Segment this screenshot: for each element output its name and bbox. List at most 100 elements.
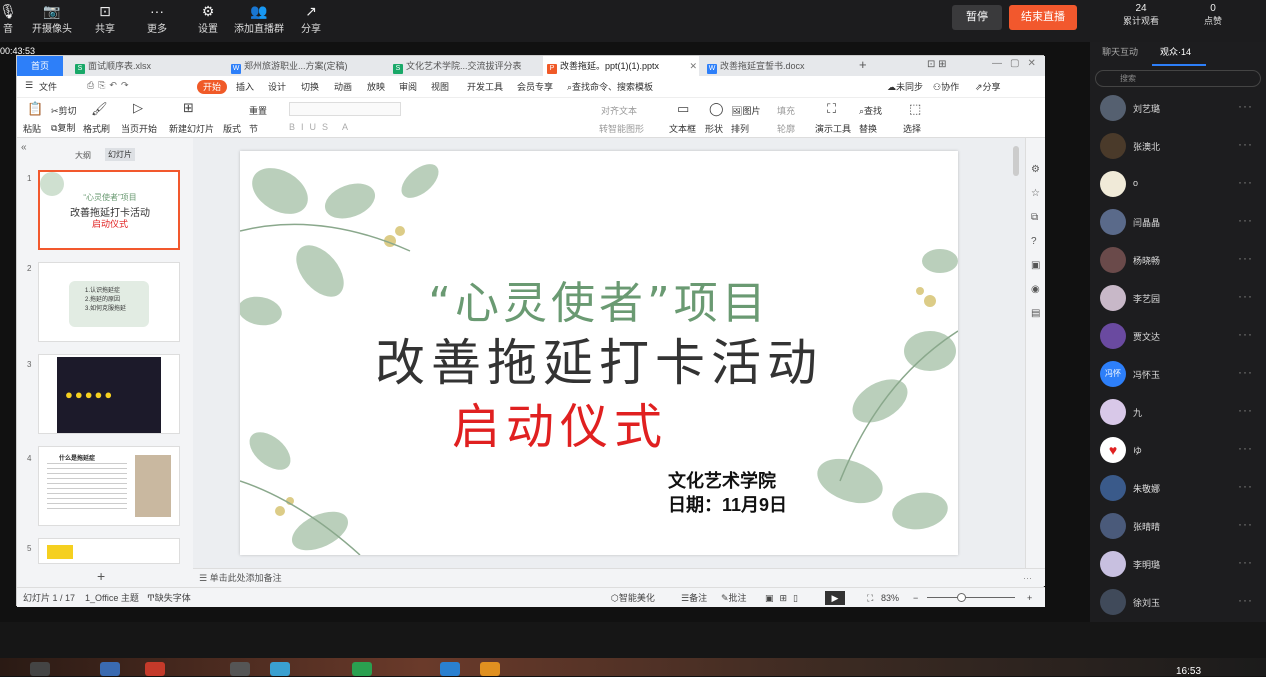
pause-button[interactable]: 暂停 <box>952 5 1002 30</box>
audience-user[interactable]: o ··· <box>1100 171 1260 201</box>
add-slide-icon[interactable]: + <box>97 568 105 584</box>
wps-share-button[interactable]: ⇗分享 <box>975 80 1001 93</box>
align-text-button[interactable]: 对齐文本 <box>601 104 637 117</box>
audience-user[interactable]: 贾文达 ··· <box>1100 323 1260 353</box>
picture-button[interactable]: 🖼图片 <box>731 104 760 117</box>
properties-icon[interactable]: ⚙ <box>1031 164 1040 175</box>
zoom-slider-handle[interactable] <box>957 593 966 602</box>
menu-file[interactable]: 文件 <box>39 80 57 93</box>
more-options-icon[interactable]: ··· <box>1238 175 1253 189</box>
window-layout-icon[interactable]: ⊡ ⊞ <box>927 59 947 70</box>
more-options-icon[interactable]: ··· <box>1238 479 1253 493</box>
menu-start[interactable]: 开始 <box>197 80 227 94</box>
format-painter-icon[interactable]: 🖌 <box>91 101 108 117</box>
more-icon[interactable]: ··· <box>1023 569 1032 587</box>
presentation-tools-icon[interactable]: ⛶ <box>827 101 836 117</box>
taskbar-app-icon[interactable] <box>100 662 120 676</box>
slide-thumb-2[interactable]: 1.认识拖延症 2.拖延的原因 3.如何克服拖延 <box>38 262 180 342</box>
beautify-button[interactable]: ⬡智能美化 <box>611 588 655 608</box>
doc-tab[interactable]: S 面试顺序表.xlsx <box>71 56 221 76</box>
new-tab-icon[interactable]: + <box>859 57 867 72</box>
copy-button[interactable]: ⧉复制 <box>51 121 75 134</box>
shape-button[interactable]: 形状 <box>705 122 723 135</box>
camera-button[interactable]: 📷 开摄像头 <box>22 2 82 35</box>
select-icon[interactable]: ⬚ <box>909 101 921 117</box>
more-options-icon[interactable]: ··· <box>1238 213 1253 227</box>
fill-button[interactable]: 填充 <box>777 104 795 117</box>
vertical-scrollbar[interactable] <box>1013 146 1019 176</box>
taskbar-search-icon[interactable] <box>30 662 50 676</box>
layout-button[interactable]: 版式 <box>223 122 241 135</box>
end-live-button[interactable]: 结束直播 <box>1009 5 1077 30</box>
section-button[interactable]: 节 <box>249 122 258 135</box>
slide-thumb-1[interactable]: “心灵使者”项目 改善拖延打卡活动 启动仪式 <box>38 170 180 250</box>
slide-thumb-3[interactable]: ●●●●● <box>38 354 180 434</box>
doc-tab[interactable]: S 文化艺术学院...交流拔评分表 <box>389 56 539 76</box>
outline-button[interactable]: 轮廓 <box>777 122 795 135</box>
menu-view[interactable]: 视图 <box>431 80 449 93</box>
more-options-icon[interactable]: ··· <box>1238 555 1253 569</box>
menu-member[interactable]: 会员专享 <box>517 80 553 93</box>
command-search[interactable]: ⌕查找命令、搜索模板 <box>567 80 653 93</box>
more-options-icon[interactable]: ··· <box>1238 403 1253 417</box>
quick-access-icons[interactable]: ⎙⎘↶↷ <box>87 80 132 91</box>
audience-user[interactable]: ♥ ゆ ··· <box>1100 437 1260 467</box>
menu-review[interactable]: 审阅 <box>399 80 417 93</box>
home-tab[interactable]: 首页 <box>17 56 63 76</box>
taskbar-app-icon[interactable] <box>270 662 290 676</box>
image-icon[interactable]: ▣ <box>1031 260 1040 271</box>
audience-user[interactable]: 李艺园 ··· <box>1100 285 1260 315</box>
menu-animation[interactable]: 动画 <box>334 80 352 93</box>
audience-user[interactable]: 张晴晴 ··· <box>1100 513 1260 543</box>
from-current-button[interactable]: 当页开始 <box>121 122 157 135</box>
missing-font-button[interactable]: Ͳ缺失字体 <box>147 588 191 608</box>
select-button[interactable]: 选择 <box>903 122 921 135</box>
comments-toggle[interactable]: ✎批注 <box>721 588 747 608</box>
tab-chat[interactable]: 聊天互动 <box>1102 45 1138 58</box>
slide-thumb-5[interactable] <box>38 538 180 564</box>
menu-design[interactable]: 设计 <box>268 80 286 93</box>
taskbar-app-icon[interactable] <box>145 662 165 676</box>
zoom-level[interactable]: 83% <box>881 588 899 608</box>
audience-user[interactable]: 张澳北 ··· <box>1100 133 1260 163</box>
more-options-icon[interactable]: ··· <box>1238 517 1253 531</box>
smart-shape-button[interactable]: 转智能图形 <box>599 122 644 135</box>
new-slide-icon[interactable]: ⊞ <box>183 100 194 116</box>
current-slide[interactable]: “心灵使者”项目 改善拖延打卡活动 启动仪式 文化艺术学院 日期：11月9日 <box>240 151 958 555</box>
font-name-select[interactable] <box>289 102 401 116</box>
audience-search-input[interactable]: 搜索 <box>1095 70 1261 87</box>
slide-thumb-4[interactable]: 什么是拖延症 <box>38 446 180 526</box>
hamburger-icon[interactable]: ☰ <box>25 80 33 91</box>
slides-tab[interactable]: 幻灯片 <box>105 148 135 161</box>
menu-slideshow[interactable]: 放映 <box>367 80 385 93</box>
menu-transition[interactable]: 切换 <box>301 80 319 93</box>
paste-icon[interactable]: 📋 <box>27 101 43 117</box>
audience-user[interactable]: 闫晶晶 ··· <box>1100 209 1260 239</box>
audience-user[interactable]: 朱敬娜 ··· <box>1100 475 1260 505</box>
outline-tab[interactable]: 大纲 <box>75 150 91 161</box>
font-style-buttons[interactable]: BIUS A <box>289 122 354 132</box>
shape-icon[interactable]: ◯ <box>709 101 724 117</box>
audience-user[interactable]: 杨晓畅 ··· <box>1100 247 1260 277</box>
audience-user[interactable]: 九 ··· <box>1100 399 1260 429</box>
collab-button[interactable]: ⚇协作 <box>933 80 959 93</box>
audience-user[interactable]: 刘艺璐 ··· <box>1100 95 1260 125</box>
help-icon[interactable]: ? <box>1031 236 1037 247</box>
new-slide-button[interactable]: 新建幻灯片 <box>169 122 214 135</box>
audience-user[interactable]: 徐刘玉 ··· <box>1100 589 1260 619</box>
audience-user[interactable]: 李明璐 ··· <box>1100 551 1260 581</box>
add-live-group-button[interactable]: 👥 添加直播群 <box>229 2 289 35</box>
play-icon[interactable]: ▷ <box>133 100 143 116</box>
taskbar-app-icon[interactable] <box>440 662 460 676</box>
location-icon[interactable]: ◉ <box>1031 284 1040 295</box>
more-options-icon[interactable]: ··· <box>1238 289 1253 303</box>
cut-button[interactable]: ✂剪切 <box>51 104 77 117</box>
slideshow-play-icon[interactable]: ▶ <box>825 591 845 605</box>
audience-user[interactable]: 冯怀 冯怀玉 ··· <box>1100 361 1260 391</box>
more-options-icon[interactable]: ··· <box>1238 441 1253 455</box>
more-options-icon[interactable]: ··· <box>1238 327 1253 341</box>
window-controls[interactable]: —▢✕ <box>992 58 1044 69</box>
menu-insert[interactable]: 插入 <box>236 80 254 93</box>
textbox-icon[interactable]: ▭ <box>677 101 689 117</box>
copy-icon[interactable]: ⧉ <box>1031 212 1038 223</box>
